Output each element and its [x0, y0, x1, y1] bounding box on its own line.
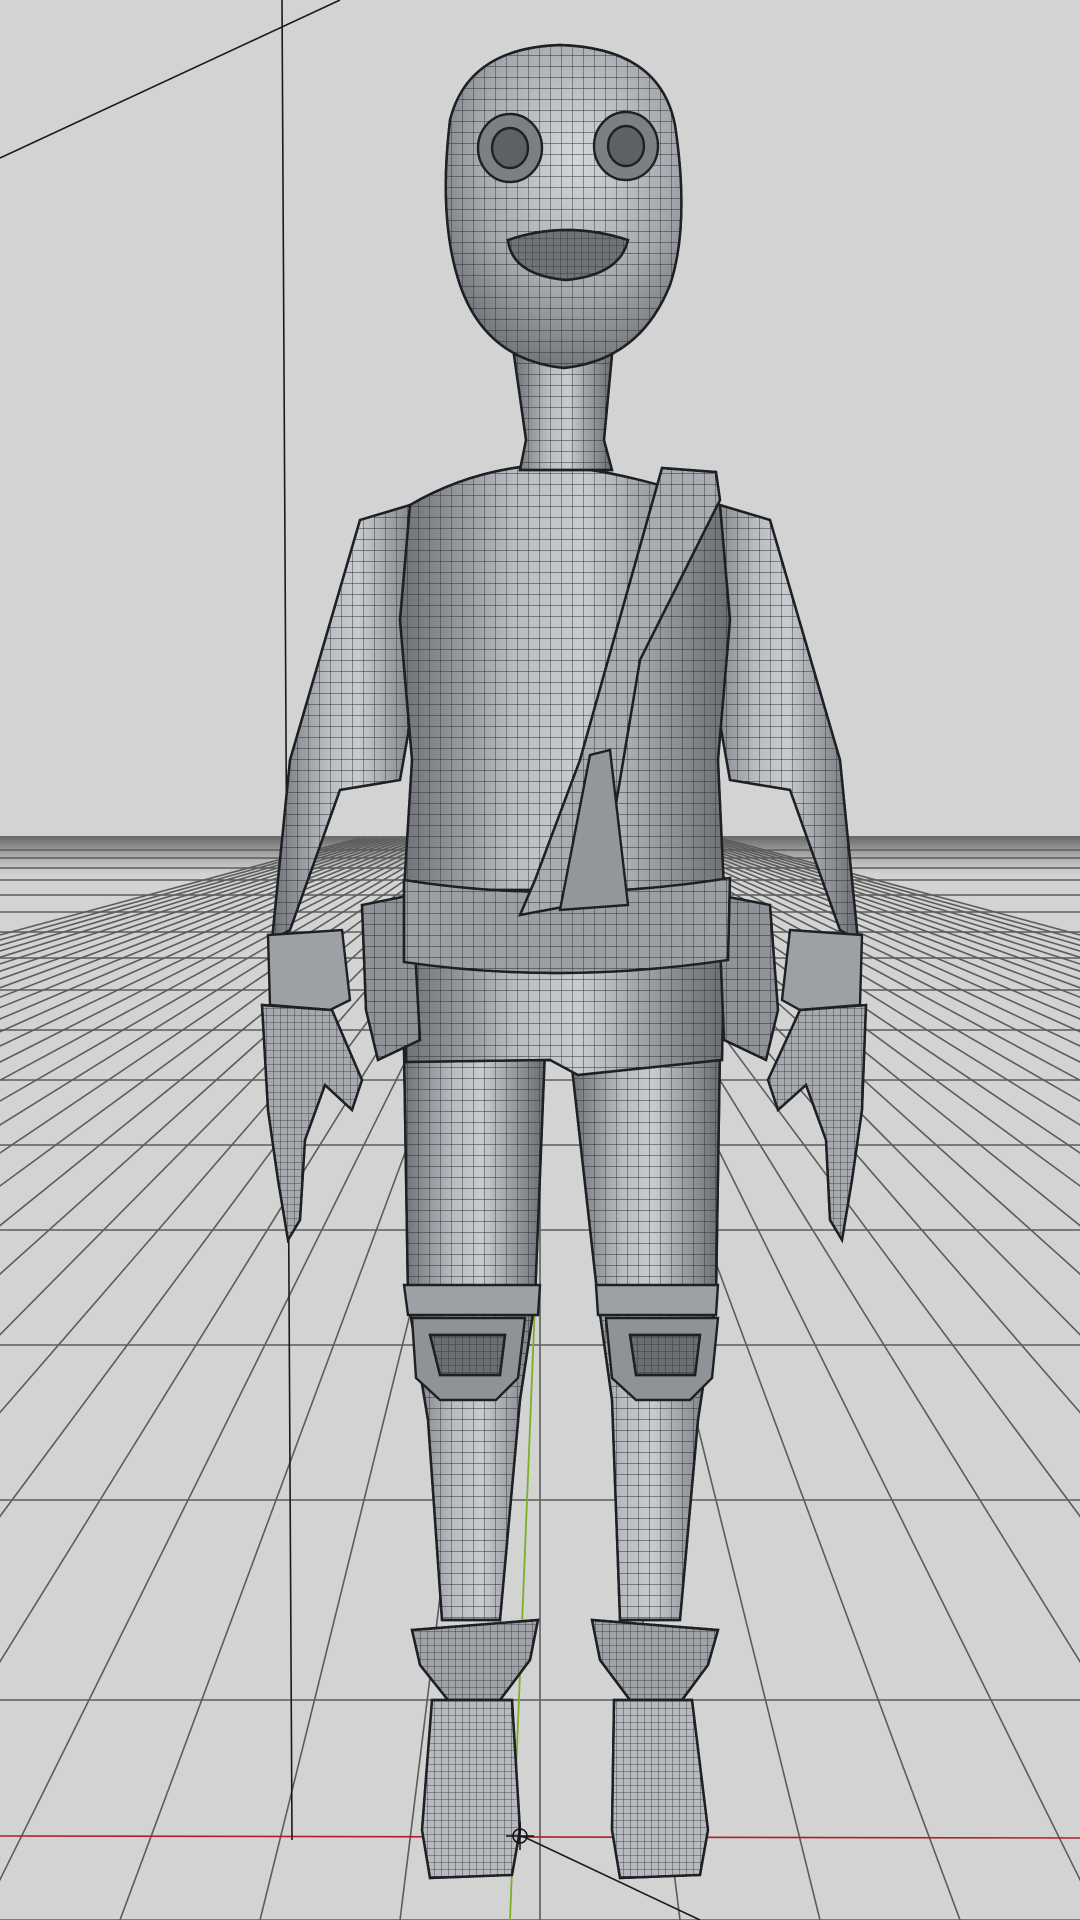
left-wrist-cuff	[266, 928, 352, 1012]
left-short-cuff	[402, 1283, 542, 1317]
right-knee-pad[interactable]	[604, 1316, 720, 1402]
shorts[interactable]	[402, 958, 726, 1077]
left-eye	[490, 126, 530, 170]
neck[interactable]	[512, 353, 614, 472]
3d-viewport[interactable]	[0, 0, 1080, 1920]
head[interactable]	[444, 43, 683, 370]
right-short-cuff	[594, 1283, 720, 1317]
right-eye	[606, 124, 646, 168]
right-wrist-cuff	[780, 928, 864, 1012]
viewport-scene[interactable]	[0, 0, 1080, 1920]
left-knee-pad[interactable]	[410, 1316, 527, 1402]
